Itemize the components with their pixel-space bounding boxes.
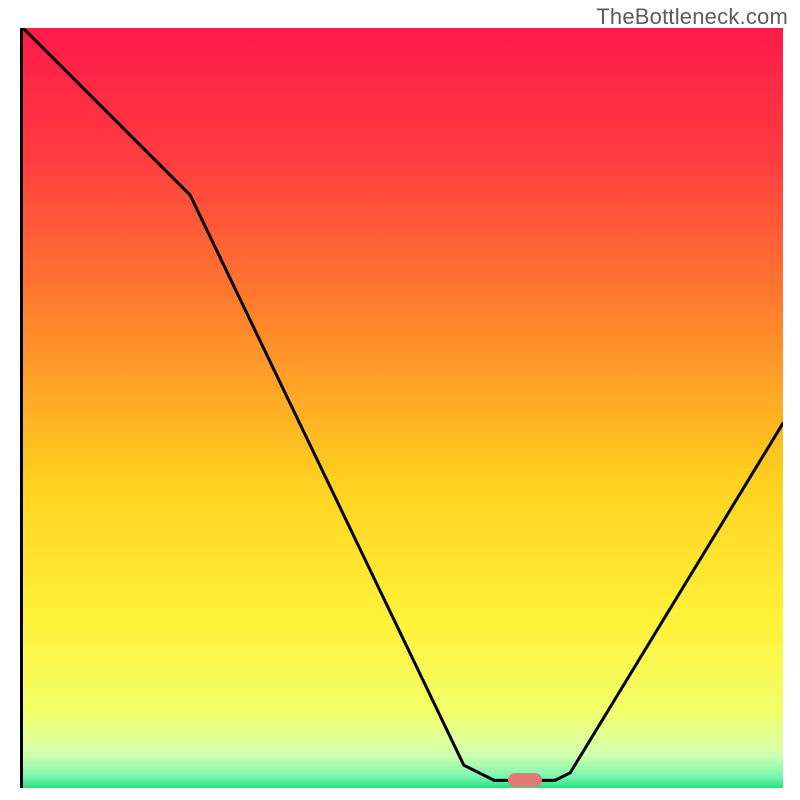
chart-svg — [23, 28, 783, 788]
chart-stage: TheBottleneck.com — [0, 0, 800, 800]
optimal-marker — [508, 773, 542, 787]
watermark-text: TheBottleneck.com — [596, 4, 788, 30]
plot-area — [20, 28, 780, 788]
